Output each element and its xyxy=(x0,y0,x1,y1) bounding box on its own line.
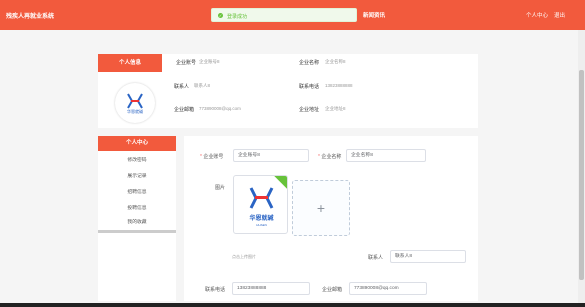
info-account-label: 企业账号 xyxy=(176,60,197,66)
logo-mark-icon: 华恩就碱 xyxy=(127,93,143,114)
sidebar-title: 个人中心 xyxy=(98,136,176,151)
sidebar-scrollbar[interactable] xyxy=(98,230,176,233)
info-address-value: 企业地址8 xyxy=(325,106,346,111)
info-card: 个人信息 华恩就碱 xyxy=(98,54,478,128)
sidebar-item-favorites[interactable]: 我的收藏 xyxy=(98,218,176,225)
info-name-value: 企业名称8 xyxy=(325,59,346,64)
uploaded-logo-subtext: HUAEN xyxy=(256,223,267,227)
info-contact-value: 联系人8 xyxy=(194,83,211,88)
info-card-title: 个人信息 xyxy=(98,54,162,72)
form-image-label: 图片 xyxy=(215,185,226,191)
form-name-label: * 企业名称 xyxy=(318,154,342,160)
form-account-label: * 企业账号 xyxy=(200,154,224,160)
contact-input[interactable]: 联系人8 xyxy=(390,250,466,263)
plus-icon: + xyxy=(316,200,326,216)
success-toast: ✓ 登录成功 xyxy=(211,8,357,22)
sidebar-item-change-password[interactable]: 修改密码 xyxy=(98,156,176,163)
name-input[interactable]: 企业名称8 xyxy=(346,149,426,162)
form-email-label: 企业邮箱 xyxy=(322,287,343,293)
info-phone-value: 13823888888 xyxy=(325,83,353,88)
uploaded-logo-text: 华恩就碱 xyxy=(249,214,273,222)
sidebar-item-recruit-info[interactable]: 招聘信息 xyxy=(98,188,176,195)
sidebar-item-records[interactable]: 展示记录 xyxy=(98,172,176,179)
nav-user-center[interactable]: 个人中心 xyxy=(526,11,548,19)
info-account-value: 企业账号8 xyxy=(199,59,220,64)
sidebar: 个人中心 修改密码 展示记录 招聘信息 投聘信息 我的收藏 xyxy=(98,136,176,301)
info-email-label: 企业邮箱 xyxy=(174,107,195,113)
check-circle-icon: ✓ xyxy=(218,13,223,18)
company-logo: 华恩就碱 xyxy=(115,83,155,123)
sidebar-item-apply-info[interactable]: 投聘信息 xyxy=(98,204,176,211)
email-input[interactable]: 773890008@qq.com xyxy=(349,282,427,295)
form-phone-label: 联系电话 xyxy=(205,287,226,293)
logo-text: 华恩就碱 xyxy=(127,108,143,114)
uploaded-image[interactable]: 华恩就碱 HUAEN xyxy=(233,175,288,234)
upload-button[interactable]: + xyxy=(292,180,350,236)
account-input[interactable]: 企业账号8 xyxy=(233,149,309,162)
nav-logout[interactable]: 退出 xyxy=(554,11,565,19)
page-scrollbar[interactable] xyxy=(578,30,585,303)
phone-input[interactable]: 13823888888 xyxy=(232,282,310,295)
uploaded-logo-icon: 华恩就碱 HUAEN xyxy=(249,187,274,227)
nav-news[interactable]: 新闻资讯 xyxy=(363,11,385,19)
upload-hint: 点击上传图片 xyxy=(232,254,256,259)
brand-title[interactable]: 残疾人再就业系统 xyxy=(6,11,54,20)
info-name-label: 企业名称 xyxy=(299,60,320,66)
info-address-label: 企业地址 xyxy=(299,107,320,113)
form-contact-label: 联系人 xyxy=(368,255,384,261)
info-email-value: 773890008@qq.com xyxy=(199,106,241,111)
info-phone-label: 联系电话 xyxy=(299,84,320,90)
bottom-taskbar xyxy=(0,303,585,307)
page-scrollbar-thumb[interactable] xyxy=(579,70,584,280)
toast-message: 登录成功 xyxy=(227,14,248,20)
info-contact-label: 联系人 xyxy=(174,84,190,90)
